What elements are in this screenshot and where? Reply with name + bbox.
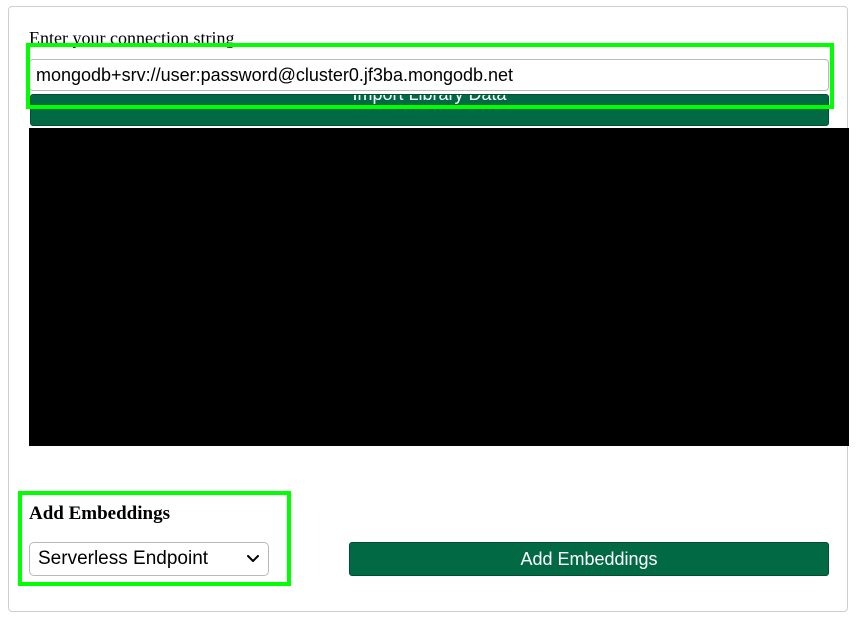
- import-library-data-button[interactable]: Import Library Data: [30, 94, 829, 126]
- endpoint-select[interactable]: Serverless Endpoint: [29, 542, 269, 576]
- connection-string-label: Enter your connection string: [29, 28, 235, 48]
- import-library-data-label: Import Library Data: [352, 94, 507, 104]
- endpoint-select-value: Serverless Endpoint: [38, 548, 209, 569]
- output-log-area: [29, 128, 849, 446]
- add-embeddings-button[interactable]: Add Embeddings: [349, 542, 829, 576]
- add-embeddings-title: Add Embeddings: [29, 503, 170, 524]
- chevron-down-icon: [246, 552, 260, 566]
- connection-string-input[interactable]: [29, 59, 829, 91]
